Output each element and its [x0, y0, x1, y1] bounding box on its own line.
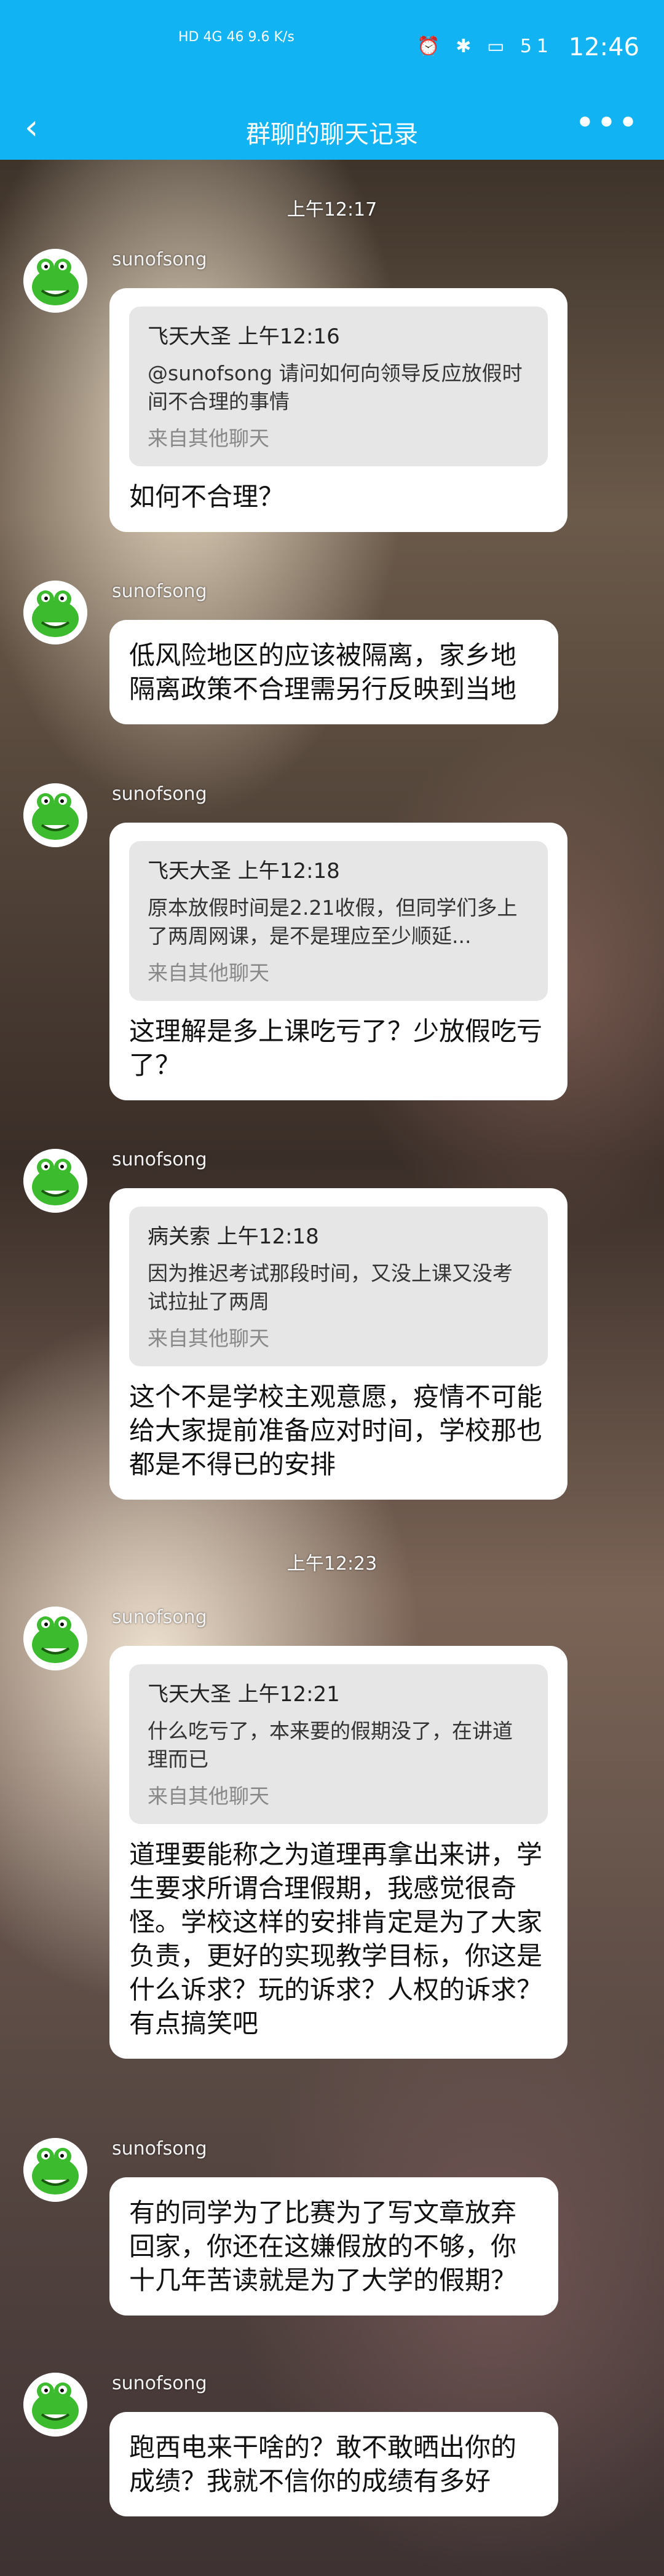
- message-text: 这个不是学校主观意愿，疫情不可能给大家提前准备应对时间，学校那也都是不得已的安排: [129, 1382, 543, 1479]
- frog-avatar-icon: [23, 249, 87, 313]
- quoted-message[interactable]: 飞天大圣 上午12:21 什么吃亏了，本来要的假期没了，在讲道理而已 来自其他聊…: [129, 1664, 548, 1824]
- message-bubble[interactable]: 跑西电来干啥的？敢不敢晒出你的成绩？我就不信你的成绩有多好: [109, 2412, 558, 2516]
- quoted-message[interactable]: 病关索 上午12:18 因为推迟考试那段时间，又没上课又没考试拉扯了两周 来自其…: [129, 1207, 548, 1366]
- sender-name: sunofsong: [112, 1607, 207, 1628]
- message-text: 跑西电来干啥的？敢不敢晒出你的成绩？我就不信你的成绩有多好: [129, 2432, 517, 2496]
- frog-avatar-icon: [23, 581, 87, 644]
- message-bubble[interactable]: 飞天大圣 上午12:21 什么吃亏了，本来要的假期没了，在讲道理而已 来自其他聊…: [109, 1646, 567, 2059]
- quote-author-time: 病关索 上午12:18: [148, 1224, 319, 1249]
- quote-author-time: 飞天大圣 上午12:18: [148, 859, 340, 883]
- page-title: 群聊的聊天记录: [246, 120, 418, 149]
- timestamp: 上午12:17: [287, 199, 377, 221]
- quote-source: 来自其他聊天: [148, 1784, 269, 1808]
- quote-text: 因为推迟考试那段时间，又没上课又没考试拉扯了两周: [148, 1261, 513, 1313]
- sender-name: sunofsong: [112, 2138, 207, 2159]
- sender-name: sunofsong: [112, 581, 207, 602]
- message-text: 低风险地区的应该被隔离，家乡地隔离政策不合理需另行反映到当地: [129, 640, 517, 704]
- frog-avatar-icon: [23, 2138, 87, 2202]
- message-bubble[interactable]: 有的同学为了比赛为了写文章放弃回家，你还在这嫌假放的不够，你十几年苦读就是为了大…: [109, 2177, 558, 2316]
- avatar[interactable]: [23, 581, 87, 644]
- message-text: 如何不合理？: [129, 482, 285, 512]
- avatar[interactable]: [23, 1149, 87, 1213]
- frog-avatar-icon: [23, 1149, 87, 1213]
- clock: 12:46: [568, 33, 639, 61]
- message-text: 这理解是多上课吃亏了？少放假吃亏了？: [129, 1016, 543, 1080]
- quote-text: @sunofsong 请问如何向领导反应放假时间不合理的事情: [148, 361, 523, 413]
- sender-name: sunofsong: [112, 2373, 207, 2394]
- nav-bar: ‹ 群聊的聊天记录 •••: [0, 98, 664, 160]
- frog-avatar-icon: [23, 783, 87, 847]
- message-bubble[interactable]: 飞天大圣 上午12:16 @sunofsong 请问如何向领导反应放假时间不合理…: [109, 288, 567, 532]
- quote-text: 什么吃亏了，本来要的假期没了，在讲道理而已: [148, 1719, 513, 1771]
- quote-author-time: 飞天大圣 上午12:16: [148, 324, 340, 349]
- message-bubble[interactable]: 飞天大圣 上午12:18 原本放假时间是2.21收假，但同学们多上了两周网课，是…: [109, 823, 567, 1100]
- quote-text: 原本放假时间是2.21收假，但同学们多上了两周网课，是不是理应至少顺延...: [148, 896, 518, 948]
- system-icons: ⏰ ✱ ▭ 51: [417, 36, 553, 57]
- quoted-message[interactable]: 飞天大圣 上午12:18 原本放假时间是2.21收假，但同学们多上了两周网课，是…: [129, 841, 548, 1001]
- sender-name: sunofsong: [112, 1149, 207, 1170]
- avatar[interactable]: [23, 2138, 87, 2202]
- message-bubble[interactable]: 病关索 上午12:18 因为推迟考试那段时间，又没上课又没考试拉扯了两周 来自其…: [109, 1188, 567, 1500]
- network-status: HD 4G 46 9.6 K/s: [178, 29, 294, 45]
- avatar[interactable]: [23, 2373, 87, 2437]
- message-text: 有的同学为了比赛为了写文章放弃回家，你还在这嫌假放的不够，你十几年苦读就是为了大…: [129, 2198, 517, 2295]
- quoted-message[interactable]: 飞天大圣 上午12:16 @sunofsong 请问如何向领导反应放假时间不合理…: [129, 307, 548, 466]
- timestamp: 上午12:23: [287, 1553, 377, 1575]
- message-text: 道理要能称之为道理再拿出来讲，学生要求所谓合理假期，我感觉很奇怪。学校这样的安排…: [129, 1839, 543, 2038]
- quote-author-time: 飞天大圣 上午12:21: [148, 1682, 340, 1707]
- quote-source: 来自其他聊天: [148, 961, 269, 985]
- frog-avatar-icon: [23, 1607, 87, 1670]
- sender-name: sunofsong: [112, 249, 207, 270]
- sender-name: sunofsong: [112, 783, 207, 805]
- quote-source: 来自其他聊天: [148, 1326, 269, 1350]
- message-bubble[interactable]: 低风险地区的应该被隔离，家乡地隔离政策不合理需另行反映到当地: [109, 620, 558, 724]
- frog-avatar-icon: [23, 2373, 87, 2437]
- avatar[interactable]: [23, 1607, 87, 1670]
- status-bar: HD 4G 46 9.6 K/s ⏰ ✱ ▭ 51 12:46: [0, 0, 664, 98]
- more-icon[interactable]: •••: [575, 103, 639, 143]
- avatar[interactable]: [23, 249, 87, 313]
- quote-source: 来自其他聊天: [148, 426, 269, 450]
- avatar[interactable]: [23, 783, 87, 847]
